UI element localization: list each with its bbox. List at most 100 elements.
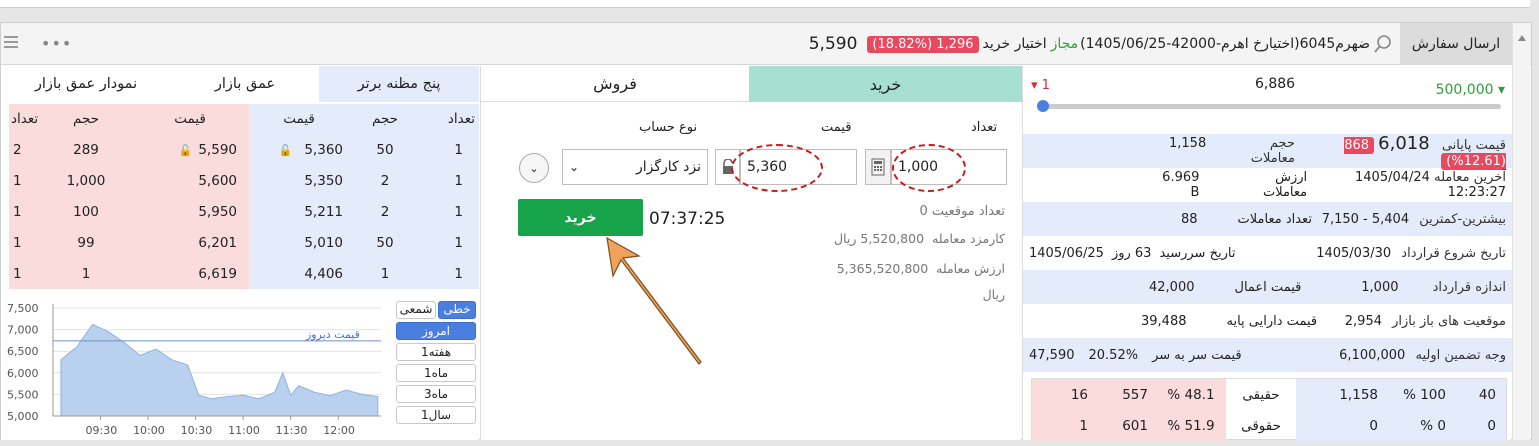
- closing-value: 6,018: [1378, 133, 1430, 154]
- send-order-button[interactable]: ارسال سفارش: [1400, 23, 1512, 65]
- menu-icon[interactable]: [4, 36, 18, 48]
- real-sell-count: 16: [1032, 379, 1096, 411]
- order-book-row[interactable]: 2 289 🔓 5,590 🔓 5,360 50 1: [9, 134, 479, 165]
- bid-price-value: 5,010: [304, 234, 343, 251]
- start-value: 1405/03/30: [1316, 245, 1392, 261]
- bid-volume-header: حجم: [349, 104, 421, 134]
- count-value: 88: [1181, 211, 1198, 227]
- tab-buy[interactable]: خرید: [749, 66, 1022, 102]
- clock-time: 07:37:25: [649, 209, 726, 229]
- account-select[interactable]: ⌄ نزد کارگزار: [562, 149, 708, 185]
- range-button[interactable]: 1ماه: [396, 364, 476, 382]
- qty-highlight-ellipse: [892, 144, 966, 192]
- bid-count: 1: [421, 196, 479, 227]
- stat-row: بیشترین-کمترین 5,404 - 7,150 تعداد معامل…: [1023, 202, 1512, 236]
- bid-count: 1: [421, 165, 479, 196]
- underlying-label: قیمت دارایی پایه: [1226, 313, 1318, 329]
- candle-toggle[interactable]: شمعی: [396, 301, 436, 319]
- expand-chevron-icon[interactable]: ⌄: [519, 153, 549, 183]
- range-button[interactable]: 1هفته: [396, 343, 476, 361]
- more-icon[interactable]: •••: [41, 34, 72, 53]
- tab-sell[interactable]: فروش: [481, 66, 749, 102]
- ask-count: 1: [9, 258, 41, 289]
- tab-depth-chart[interactable]: نمودار عمق بازار: [1, 66, 171, 102]
- submit-buy-button[interactable]: خرید: [518, 199, 643, 236]
- closing-label: قیمت پایانی: [1441, 138, 1506, 153]
- stat-row: موقعیت های باز بازار 2,954 قیمت دارایی پ…: [1023, 304, 1512, 338]
- order-book-panel: پنج مظنه برتر عمق بازار نمودار عمق بازار…: [1, 66, 479, 440]
- bid-price-header: قیمت: [249, 104, 349, 134]
- slider-handle[interactable]: [1037, 100, 1049, 112]
- ask-volume: 289: [41, 134, 131, 165]
- range-value: 5,404 - 7,150: [1321, 211, 1410, 227]
- volume-label: حجم معاملات: [1250, 136, 1295, 166]
- order-book-row[interactable]: 116,619🔓4,40611: [9, 258, 479, 289]
- position-info: تعداد موقعیت 0: [919, 204, 1005, 219]
- scrollbar[interactable]: [1512, 23, 1530, 440]
- slider-right-value: ▾ 1: [1031, 78, 1050, 93]
- order-book-table: تعداد حجم قیمت قیمت حجم تعداد 2 289 🔓 5,590…: [9, 104, 479, 289]
- ask-volume-header: حجم: [41, 104, 131, 134]
- chevron-down-icon: ⌄: [569, 160, 580, 174]
- range-slider[interactable]: [1039, 104, 1501, 109]
- bid-price-value: 4,406: [304, 265, 343, 282]
- legal-buy-vol: 0: [1296, 411, 1386, 441]
- stat-row: قیمت پایانی 6,018 868 (12.61%) حجم معامل…: [1023, 133, 1512, 170]
- strike-value: 42,000: [1149, 279, 1195, 295]
- stat-row: وجه تضمین اولیه 6,100,000 قیمت سر به سر 2…: [1023, 338, 1512, 372]
- legal-sell-count: 1: [1032, 411, 1096, 441]
- order-book-row[interactable]: 11,0005,600🔓5,35021: [9, 165, 479, 196]
- last-trade-label: آخرین معامله: [1434, 170, 1506, 185]
- order-book-row[interactable]: 11005,950🔓5,21121: [9, 196, 479, 227]
- line-toggle[interactable]: خطی: [438, 301, 476, 319]
- breakeven-value: 47,590: [1029, 347, 1075, 363]
- ask-volume: 99: [41, 227, 131, 258]
- search-icon[interactable]: [1372, 33, 1394, 55]
- stat-row: آخرین معامله 1405/04/24 12:23:27 ارزش مع…: [1023, 168, 1512, 202]
- breakeven-label: قیمت سر به سر: [1152, 347, 1242, 363]
- breakeven-pct: 20.52%: [1088, 347, 1139, 363]
- start-label: تاریخ شروع قرارداد: [1401, 245, 1506, 261]
- ask-price: 6,201: [131, 227, 249, 258]
- bid-price: 🔓5,211: [249, 196, 349, 227]
- lock-icon: 🔓: [178, 143, 193, 157]
- ask-count: 1: [9, 165, 41, 196]
- y-tick-label: 7,500: [7, 302, 39, 315]
- range-button[interactable]: امروز: [396, 322, 476, 340]
- tab-top-five[interactable]: پنج مظنه برتر: [319, 66, 479, 102]
- qty-label: تعداد: [971, 120, 998, 135]
- legal-buy-count: 0: [1446, 411, 1506, 441]
- ask-count: 1: [9, 196, 41, 227]
- range-button[interactable]: 1سال: [396, 406, 476, 424]
- pointer-arrow: [606, 236, 702, 365]
- trade-value-value: 6.969 B: [1162, 170, 1200, 200]
- account-value: نزد کارگزار: [635, 159, 701, 175]
- ask-volume: 100: [41, 196, 131, 227]
- y-tick-label: 6,000: [7, 367, 39, 380]
- tab-market-depth[interactable]: عمق بازار: [171, 66, 319, 102]
- value-info: ارزش معامله 5,365,520,800 ریال: [836, 261, 1005, 302]
- legal-label: حقوقی: [1241, 418, 1281, 434]
- x-tick-label: 09:30: [86, 424, 118, 437]
- legal-real-table: 40 100 % 1,158 حقیقی 48.1 % 557 16 0 0 %…: [1031, 378, 1507, 441]
- ask-count: 1: [9, 227, 41, 258]
- bid-volume: 2: [349, 196, 421, 227]
- open-label: موقعیت های باز بازار: [1392, 313, 1506, 329]
- bid-count-header: تعداد: [421, 104, 479, 134]
- top-strip: [0, 0, 1530, 8]
- scroll-up-icon[interactable]: [1517, 35, 1526, 41]
- y-tick-label: 5,000: [7, 410, 39, 423]
- symbol-title: ضهرم6045(اختیارخ اهرم-42000-1405/06/25) …: [809, 23, 1370, 65]
- info-panel: ▾ 1 6,886 500,000 ▾ قیمت پایانی 6,018 86…: [1022, 66, 1512, 441]
- maturity-value: 1405/06/25: [1029, 245, 1104, 261]
- legal-buy-pct: 0 %: [1386, 411, 1446, 441]
- real-buy-pct: 100 %: [1386, 379, 1446, 411]
- stat-row: تاریخ شروع قرارداد 1405/03/30 تاریخ سررس…: [1023, 236, 1512, 270]
- calculator-icon[interactable]: [865, 149, 891, 185]
- x-tick-label: 11:00: [228, 424, 260, 437]
- order-entry-panel: خرید فروش تعداد قیمت نوع حساب 1,000 5,36…: [480, 66, 1022, 440]
- legal-sell-vol: 601: [1096, 411, 1156, 441]
- chart-controls: شمعی خطی امروز 1هفته 1ماه 3ماه 1سال: [396, 301, 478, 427]
- order-book-row[interactable]: 1996,201🔓5,010501: [9, 227, 479, 258]
- range-button[interactable]: 3ماه: [396, 385, 476, 403]
